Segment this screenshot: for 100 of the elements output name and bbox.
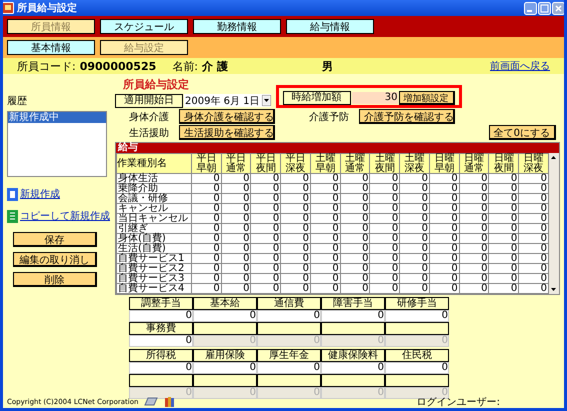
table-cell[interactable]: 0 — [400, 204, 430, 214]
table-cell[interactable]: 0 — [221, 214, 251, 224]
table-cell[interactable]: 0 — [488, 194, 519, 204]
copy-document-icon[interactable] — [7, 210, 18, 222]
table-cell[interactable]: 0 — [370, 224, 400, 234]
table-cell[interactable]: 0 — [280, 244, 310, 254]
table-cell[interactable]: 0 — [250, 184, 281, 194]
table-cell[interactable]: 0 — [221, 184, 251, 194]
table-cell[interactable]: 0 — [400, 254, 430, 264]
table-cell[interactable]: 0 — [280, 214, 310, 224]
table-cell[interactable]: 0 — [370, 194, 400, 204]
table-cell[interactable]: 0 — [280, 174, 310, 184]
close-icon[interactable] — [552, 2, 564, 14]
table-cell[interactable]: 0 — [488, 274, 519, 284]
table-cell[interactable]: 0 — [310, 204, 340, 214]
table-cell[interactable]: 0 — [280, 204, 310, 214]
table-cell[interactable]: 0 — [250, 234, 281, 244]
action-button[interactable]: 編集の取り消し — [13, 252, 97, 267]
table-cell[interactable]: 0 — [488, 264, 519, 274]
table-cell[interactable]: 0 — [429, 224, 460, 234]
table-cell[interactable]: 0 — [191, 284, 222, 294]
table-cell[interactable]: 0 — [400, 284, 430, 294]
table-cell[interactable]: 0 — [459, 174, 489, 184]
table-cell[interactable]: 0 — [250, 264, 281, 274]
hourly-increase-field[interactable]: 30 — [352, 92, 398, 104]
tab[interactable]: スケジュール — [100, 19, 188, 34]
tab[interactable]: 給与情報 — [286, 19, 374, 34]
table-cell[interactable]: 0 — [250, 254, 281, 264]
table-cell[interactable]: 0 — [429, 214, 460, 224]
table-cell[interactable]: 0 — [370, 284, 400, 294]
table-cell[interactable]: 0 — [488, 254, 519, 264]
scrollbar[interactable] — [549, 153, 559, 294]
table-cell[interactable]: 0 — [191, 234, 222, 244]
table-cell[interactable]: 0 — [429, 184, 460, 194]
table-cell[interactable]: 0 — [310, 184, 340, 194]
table-cell[interactable]: 0 — [459, 204, 489, 214]
confirm-button[interactable]: 身体介護を確認する — [179, 109, 275, 124]
table-cell[interactable]: 0 — [310, 224, 340, 234]
table-cell[interactable]: 0 — [280, 284, 310, 294]
table-cell[interactable]: 0 — [429, 254, 460, 264]
tab[interactable]: 基本情報 — [7, 40, 95, 55]
table-cell[interactable]: 0 — [191, 224, 222, 234]
table-cell[interactable]: 0 — [340, 224, 370, 234]
table-cell[interactable]: 0 — [310, 264, 340, 274]
table-cell[interactable]: 0 — [280, 224, 310, 234]
table-cell[interactable]: 0 — [310, 194, 340, 204]
table-cell[interactable]: 0 — [191, 244, 222, 254]
table-cell[interactable]: 0 — [459, 184, 489, 194]
table-cell[interactable]: 0 — [400, 244, 430, 254]
table-cell[interactable]: 0 — [429, 174, 460, 184]
table-cell[interactable]: 0 — [340, 264, 370, 274]
confirm-button[interactable]: 生活援助を確認する — [179, 125, 275, 140]
table-cell[interactable]: 0 — [459, 234, 489, 244]
table-cell[interactable]: 0 — [459, 214, 489, 224]
table-cell[interactable]: 0 — [488, 234, 519, 244]
table-cell[interactable]: 0 — [280, 254, 310, 264]
reset-zero-button[interactable]: 全て0にする — [488, 125, 556, 140]
new-document-icon[interactable] — [7, 188, 18, 200]
table-cell[interactable]: 0 — [221, 234, 251, 244]
table-cell[interactable]: 0 — [459, 264, 489, 274]
amount-field[interactable]: 0 — [129, 362, 193, 374]
amount-field[interactable]: 0 — [193, 362, 257, 374]
table-cell[interactable]: 0 — [370, 184, 400, 194]
table-cell[interactable]: 0 — [221, 254, 251, 264]
table-cell[interactable]: 0 — [221, 174, 251, 184]
table-cell[interactable]: 0 — [221, 274, 251, 284]
table-cell[interactable]: 0 — [310, 274, 340, 284]
table-cell[interactable]: 0 — [250, 174, 281, 184]
table-cell[interactable]: 0 — [400, 234, 430, 244]
table-cell[interactable]: 0 — [340, 194, 370, 204]
back-link[interactable]: 前画面へ戻る — [490, 59, 550, 73]
table-cell[interactable]: 0 — [400, 174, 430, 184]
table-cell[interactable]: 0 — [310, 214, 340, 224]
table-cell[interactable]: 0 — [250, 194, 281, 204]
maximize-icon[interactable] — [538, 2, 551, 14]
table-cell[interactable]: 0 — [488, 204, 519, 214]
table-cell[interactable]: 0 — [340, 274, 370, 284]
table-cell[interactable]: 0 — [191, 254, 222, 264]
table-cell[interactable]: 0 — [459, 224, 489, 234]
table-cell[interactable]: 0 — [250, 214, 281, 224]
table-cell[interactable]: 0 — [459, 274, 489, 284]
table-cell[interactable]: 0 — [191, 174, 222, 184]
tab[interactable]: 所員情報 — [7, 19, 95, 34]
tab[interactable]: 勤務情報 — [193, 19, 281, 34]
table-cell[interactable]: 0 — [370, 204, 400, 214]
table-cell[interactable]: 0 — [370, 234, 400, 244]
table-cell[interactable]: 0 — [370, 274, 400, 284]
table-cell[interactable]: 0 — [310, 284, 340, 294]
table-cell[interactable]: 0 — [370, 264, 400, 274]
table-cell[interactable]: 0 — [429, 244, 460, 254]
table-cell[interactable]: 0 — [340, 254, 370, 264]
table-cell[interactable]: 0 — [340, 284, 370, 294]
table-cell[interactable]: 0 — [250, 224, 281, 234]
date-dropdown[interactable]: 2009年 6月 1日 — [184, 94, 271, 107]
minimize-icon[interactable] — [524, 2, 537, 14]
amount-field[interactable]: 0 — [257, 310, 321, 322]
history-item[interactable]: 新規作成中 — [8, 112, 106, 123]
table-cell[interactable]: 0 — [400, 224, 430, 234]
dropdown-arrow-icon[interactable] — [262, 95, 271, 106]
table-cell[interactable]: 0 — [191, 264, 222, 274]
